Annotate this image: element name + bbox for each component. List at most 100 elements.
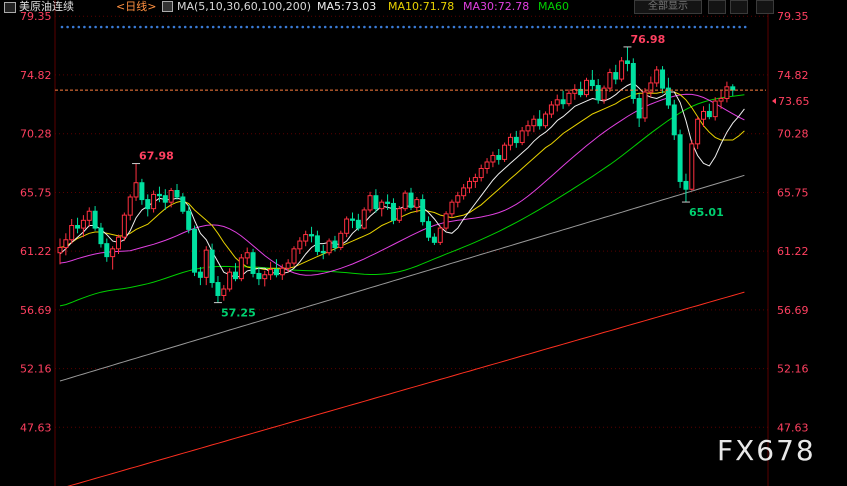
candle-body: [209, 249, 215, 284]
candle-body: [701, 110, 706, 120]
candle: [431, 233, 437, 245]
candle-body: [98, 227, 104, 245]
marker-dot: [598, 25, 601, 29]
candle: [75, 217, 81, 234]
candle: [449, 199, 455, 218]
marker-dot: [603, 25, 607, 29]
candle: [660, 66, 666, 94]
marker-dot: [671, 25, 674, 29]
candle-body: [221, 288, 227, 296]
candle: [595, 79, 601, 104]
candle-body: [244, 252, 250, 259]
marker-dot: [542, 25, 545, 29]
candle: [180, 193, 186, 214]
marker-dot: [654, 25, 657, 29]
candle-body: [683, 180, 689, 190]
marker-dot: [301, 25, 305, 29]
symbol-label[interactable]: 美原油连续: [19, 0, 74, 14]
show-all-button[interactable]: 全部显示: [634, 0, 702, 14]
marker-dot: [575, 25, 579, 29]
marker-dot: [71, 25, 75, 29]
marker-dot: [234, 25, 237, 29]
candle: [121, 212, 127, 242]
marker-dot: [402, 25, 405, 29]
price-chart[interactable]: 67.9857.2576.9865.01 79.35 79.3574.82 74.8…: [0, 0, 847, 486]
candle: [367, 191, 373, 213]
marker-dot: [307, 25, 310, 29]
candle: [256, 266, 262, 286]
candle: [525, 120, 531, 137]
candle: [69, 219, 75, 244]
marker-dot: [486, 25, 489, 29]
candle-body: [665, 87, 671, 106]
candlesticks: [57, 46, 736, 303]
chart-icon[interactable]: [4, 2, 16, 13]
annotation-label: 76.98: [630, 33, 665, 46]
candle-body: [507, 136, 513, 146]
candle-body: [238, 257, 244, 280]
candle-body: [490, 155, 496, 163]
candle: [361, 207, 367, 230]
marker-dot: [497, 25, 501, 29]
marker-dot: [363, 25, 366, 29]
candle: [683, 173, 689, 203]
marker-dot: [161, 25, 165, 29]
marker-dot: [239, 25, 243, 29]
moving-average-lines: [59, 82, 745, 486]
toggle-button-2[interactable]: [730, 0, 748, 14]
period-selector[interactable]: <日线>: [116, 0, 156, 14]
ma30-value: MA30:72.78: [463, 0, 530, 13]
candle-body: [121, 214, 127, 238]
candle: [221, 285, 227, 301]
candle-body: [584, 79, 589, 96]
marker-dot: [340, 25, 344, 29]
marker-dot: [631, 25, 635, 29]
ma-params-label[interactable]: MA(5,10,30,60,100,200): [177, 0, 311, 14]
marker-dot: [424, 25, 428, 29]
candle-body: [566, 92, 572, 105]
candle-body: [291, 248, 297, 264]
candle: [303, 230, 309, 247]
candle: [238, 254, 244, 282]
marker-dot: [346, 25, 349, 29]
candle-body: [92, 210, 98, 229]
expand-icon[interactable]: [162, 1, 173, 12]
marker-dot: [167, 25, 170, 29]
marker-dot: [122, 25, 125, 29]
annotation-label: 67.98: [139, 150, 174, 163]
candle-body: [484, 161, 490, 169]
marker-dot: [150, 25, 153, 29]
candle: [478, 164, 484, 182]
marker-dot: [626, 25, 629, 29]
marker-dot: [648, 25, 652, 29]
candle-body: [595, 85, 601, 101]
marker-dot: [547, 25, 551, 29]
marker-dot: [659, 25, 663, 29]
marker-dot: [251, 25, 254, 29]
y-tick-label-right: 74.82: [777, 69, 809, 82]
marker-dot: [469, 25, 473, 29]
y-tick-label-left: 56.69: [20, 304, 52, 317]
candle: [203, 246, 209, 286]
marker-dot: [155, 25, 159, 29]
candle: [297, 237, 303, 255]
candle-body: [75, 225, 81, 229]
candle-body: [636, 97, 642, 119]
toggle-button-3[interactable]: [756, 0, 774, 14]
candle: [215, 276, 221, 303]
marker-dot: [105, 25, 109, 29]
marker-dot: [200, 25, 204, 29]
candle: [677, 129, 683, 188]
candle-body: [467, 180, 472, 189]
candle-body: [168, 190, 174, 203]
marker-dot: [116, 25, 120, 29]
marker-dot: [732, 25, 736, 29]
marker-dot: [385, 25, 389, 29]
candle-body: [57, 247, 63, 254]
marker-dot: [704, 25, 708, 29]
candle: [636, 93, 642, 128]
candle: [291, 246, 297, 266]
toggle-button-1[interactable]: [708, 0, 726, 14]
candle: [402, 190, 408, 212]
marker-dot: [273, 25, 277, 29]
